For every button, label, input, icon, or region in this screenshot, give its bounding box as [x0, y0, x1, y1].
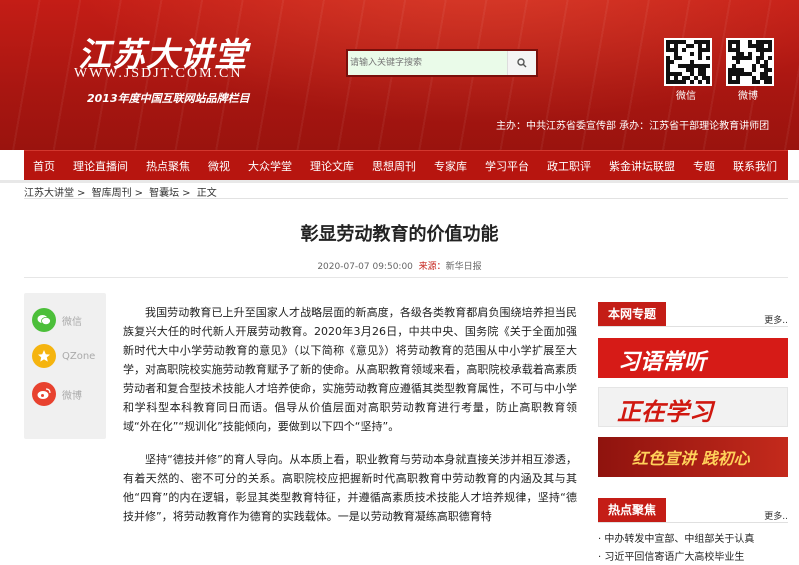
share-qzone-label: QZone — [62, 350, 96, 362]
hot-news-item[interactable]: · 习近平回信寄语广大高校毕业生 — [598, 548, 788, 563]
article-date: 2020-07-07 09:50:00 — [317, 262, 413, 272]
search-input[interactable] — [348, 51, 508, 75]
qr-module — [768, 80, 772, 84]
main-nav: 首页 理论直播间 热点聚焦 微视 大众学堂 理论文库 思想周刊 专家库 学习平台 政工职评 紫金讲坛… — [24, 150, 788, 181]
topic-banner-red[interactable]: 红色宣讲 践初心 — [598, 437, 788, 477]
qr-module — [706, 56, 710, 60]
qr-module — [690, 80, 694, 84]
topic-banner-xiyu-text: 习语常听 — [618, 349, 707, 375]
qr-module — [736, 80, 740, 84]
hot-news-item[interactable]: · 中办转发中宣部、中组部关于认真 — [598, 530, 788, 545]
topics-title: 本网专题 — [598, 302, 667, 326]
wechat-qr-label: 微信 — [676, 91, 696, 102]
nav-item[interactable]: 联系我们 — [724, 158, 786, 174]
hot-more-link[interactable]: 更多.. — [764, 509, 788, 522]
article-paragraph: 坚持“德技并修”的育人导向。从本质上看，职业教育与劳动本身就直接关涉并相互渗透，… — [123, 453, 577, 523]
hot-title: 热点聚焦 — [598, 498, 667, 522]
nav-item[interactable]: 微视 — [199, 158, 239, 174]
nav-item[interactable]: 理论直播间 — [64, 158, 137, 174]
share-panel: 微信 QZone 微博 — [24, 293, 106, 439]
article-source-label: 来源： — [418, 262, 446, 272]
nav-item[interactable]: 热点聚焦 — [137, 158, 199, 174]
qr-module — [752, 68, 756, 72]
article-title: 彰显劳动教育的价值功能 — [300, 224, 499, 245]
topics-header: 本网专题 更多.. — [598, 302, 788, 327]
nav-item[interactable]: 紫金讲坛联盟 — [600, 158, 684, 174]
nav-shadow — [0, 180, 799, 183]
topics-more-link[interactable]: 更多.. — [764, 313, 788, 326]
meta-divider — [24, 277, 788, 278]
nav-item[interactable]: 专家库 — [425, 158, 476, 174]
qr-module — [690, 52, 694, 56]
qr-module — [682, 48, 686, 52]
topic-banner-study-text: 正在学习 — [617, 397, 713, 426]
nav-item[interactable]: 专题 — [684, 158, 724, 174]
weibo-qr-label: 微博 — [738, 91, 758, 102]
site-header: 江苏大讲堂 WWW.JSDJT.COM.CN 2013年度中国互联网站品牌栏目 … — [0, 0, 799, 150]
qr-module — [748, 56, 752, 60]
qr-module — [768, 68, 772, 72]
qr-module — [768, 56, 772, 60]
sponsor-info: 主办：中共江苏省委宣传部 承办：江苏省干部理论教育讲师团 — [496, 121, 770, 132]
share-weibo-label: 微博 — [62, 390, 82, 402]
nav-item[interactable]: 大众学堂 — [239, 158, 301, 174]
weibo-qr-code — [726, 38, 774, 86]
qr-module — [756, 80, 760, 84]
topic-banner-xiyu[interactable]: 习语常听 — [598, 338, 788, 378]
hot-header: 热点聚焦 更多.. — [598, 498, 788, 523]
site-award: 2013年度中国互联网站品牌栏目 — [87, 92, 250, 105]
breadcrumb-divider — [24, 198, 788, 199]
article-meta: 2020-07-07 09:50:00 来源：新华日报 — [0, 259, 799, 272]
qr-module — [768, 48, 772, 52]
article-paragraph: 我国劳动教育已上升至国家人才战略层面的新高度，各级各类教育都肩负围绕培养担当民族… — [123, 306, 577, 433]
search-button[interactable] — [507, 51, 536, 75]
qr-module — [698, 80, 702, 84]
wechat-icon — [32, 308, 56, 332]
topic-banner-red-text: 红色宣讲 践初心 — [632, 449, 750, 468]
qzone-icon — [32, 344, 56, 368]
qr-module — [670, 60, 674, 64]
nav-item[interactable]: 理论文库 — [301, 158, 363, 174]
share-wechat-label: 微信 — [62, 316, 82, 328]
article-source: 新华日报 — [445, 262, 482, 272]
nav-item[interactable]: 政工职评 — [538, 158, 600, 174]
search-box — [346, 49, 538, 77]
wechat-qr-code — [664, 38, 712, 86]
qr-module — [682, 80, 686, 84]
qr-module — [706, 64, 710, 68]
share-weibo[interactable]: 微博 — [32, 381, 104, 407]
share-qzone[interactable]: QZone — [32, 343, 104, 369]
qr-module — [706, 80, 710, 84]
share-wechat[interactable]: 微信 — [32, 307, 104, 333]
article-body: 我国劳动教育已上升至国家人才战略层面的新高度，各级各类教育都肩负围绕培养担当民族… — [123, 303, 577, 540]
nav-item[interactable]: 学习平台 — [476, 158, 538, 174]
site-url: WWW.JSDJT.COM.CN — [74, 66, 243, 81]
qr-module — [698, 56, 702, 60]
topic-banner-study[interactable]: 正在学习 — [598, 387, 788, 427]
qr-module — [690, 44, 694, 48]
nav-item[interactable]: 思想周刊 — [363, 158, 425, 174]
weibo-icon — [32, 382, 56, 406]
qr-module — [706, 48, 710, 52]
qr-module — [736, 60, 740, 64]
nav-item[interactable]: 首页 — [24, 158, 64, 174]
qr-module — [678, 56, 682, 60]
breadcrumb: 江苏大讲堂 > 智库周刊 > 智囊坛 > 正文 — [24, 188, 217, 199]
search-icon — [517, 58, 527, 68]
